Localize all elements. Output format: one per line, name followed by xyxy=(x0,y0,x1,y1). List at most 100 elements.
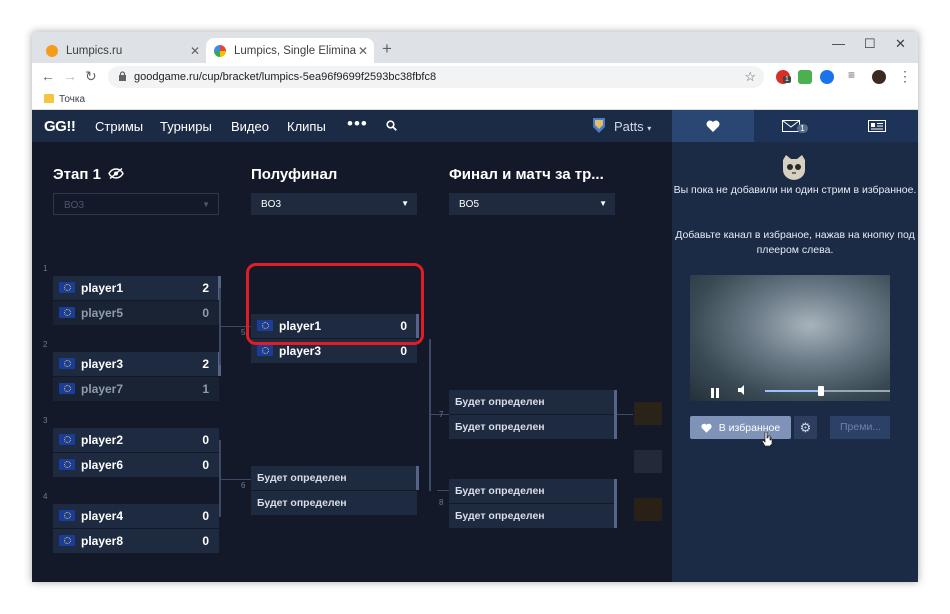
tab-news[interactable] xyxy=(836,110,918,142)
vpn-globe-icon[interactable] xyxy=(820,70,834,84)
bracket-connector xyxy=(437,490,449,491)
back-icon[interactable]: ← xyxy=(41,68,55,84)
favorites-hint-text: Добавьте канал в избраное, нажав на кноп… xyxy=(675,229,915,256)
new-tab-button[interactable]: + xyxy=(382,39,392,59)
match-slot[interactable]: player4 0 xyxy=(53,504,219,528)
round-3-title: Финал и матч за тр... xyxy=(449,166,604,183)
nav-streams[interactable]: Стримы xyxy=(95,119,143,134)
match-slot[interactable]: player8 0 xyxy=(53,529,219,553)
player-name: player7 xyxy=(81,382,124,396)
match-slot[interactable]: Будет определен xyxy=(449,504,615,528)
match-number: 6 xyxy=(241,481,246,490)
match-slot[interactable]: player3 2 xyxy=(53,352,219,376)
reload-icon[interactable]: ↻ xyxy=(85,68,97,85)
bracket-connector xyxy=(617,414,633,415)
third-place-slot xyxy=(634,498,662,521)
player-name: Будет определен xyxy=(455,396,545,408)
player-score: 0 xyxy=(400,344,407,358)
minimize-icon[interactable]: — xyxy=(832,36,845,51)
player-score: 0 xyxy=(202,509,209,523)
user-badge-icon[interactable] xyxy=(592,116,606,134)
bookmark-star-icon[interactable]: ☆ xyxy=(744,69,756,85)
player-name: Будет определен xyxy=(455,510,545,522)
eu-flag-icon xyxy=(257,345,273,356)
eu-flag-icon xyxy=(59,459,75,470)
more-menu[interactable]: ••• xyxy=(347,114,368,134)
player-name: player2 xyxy=(81,433,124,447)
round-1-format-select[interactable]: BO3 ▼ xyxy=(53,193,219,215)
maximize-icon[interactable]: ☐ xyxy=(864,36,876,52)
nav-clips[interactable]: Клипы xyxy=(287,119,326,134)
tab-favicon xyxy=(46,44,58,57)
seek-handle[interactable] xyxy=(818,386,825,396)
round-1-title: Этап 1 xyxy=(53,166,124,183)
tab-lumpics[interactable]: Lumpics.ru ✕ xyxy=(38,38,206,63)
match-slot[interactable]: Будет определен xyxy=(251,491,417,515)
eu-flag-icon xyxy=(59,307,75,318)
match-slot[interactable]: player5 0 xyxy=(53,301,219,325)
match-slot[interactable]: Будет определен xyxy=(449,415,615,439)
tab-messages[interactable]: 1 xyxy=(754,110,836,142)
heart-icon xyxy=(706,120,720,132)
seek-bar[interactable] xyxy=(765,386,890,396)
match-slot[interactable]: player1 2 xyxy=(53,276,219,300)
address-bar[interactable]: goodgame.ru/cup/bracket/lumpics-5ea96f96… xyxy=(108,66,764,88)
pause-icon[interactable] xyxy=(710,385,720,398)
forward-icon[interactable]: → xyxy=(63,68,77,84)
chevron-down-icon: ▼ xyxy=(599,199,607,208)
player-name: Будет определен xyxy=(455,421,545,433)
volume-icon[interactable] xyxy=(738,385,748,398)
favorites-panel: Вы пока не добавили ни один стрим в избр… xyxy=(672,142,918,582)
second-place-slot xyxy=(634,450,662,473)
nav-tournaments[interactable]: Турниры xyxy=(160,119,212,134)
player-score: 0 xyxy=(202,458,209,472)
match-slot[interactable]: player2 0 xyxy=(53,428,219,452)
premium-button[interactable]: Преми... xyxy=(830,416,890,439)
match-slot[interactable]: Будет определен xyxy=(449,479,615,503)
adblock-extension-icon[interactable]: 1 xyxy=(776,70,791,84)
eye-hidden-icon[interactable] xyxy=(108,167,124,180)
close-icon[interactable]: ✕ xyxy=(188,44,202,58)
match-number: 1 xyxy=(43,264,48,273)
player-score: 0 xyxy=(202,306,209,320)
winner-bar xyxy=(416,466,419,490)
tab-favorites[interactable] xyxy=(672,110,754,142)
round-3-format-select[interactable]: BO5 ▼ xyxy=(449,193,615,215)
highlight-frame xyxy=(246,263,424,345)
search-icon[interactable] xyxy=(386,118,397,131)
eu-flag-icon xyxy=(59,358,75,369)
close-icon[interactable]: ✕ xyxy=(356,44,370,58)
bookmark-item[interactable]: Точка xyxy=(59,94,85,105)
settings-button[interactable]: ⚙ xyxy=(794,416,817,439)
close-window-icon[interactable]: ✕ xyxy=(895,36,906,52)
tab-title: Lumpics.ru xyxy=(66,44,123,57)
menu-kebab-icon[interactable]: ⋮ xyxy=(898,68,912,85)
match-slot[interactable]: Будет определен xyxy=(251,466,417,490)
video-player[interactable] xyxy=(690,275,890,401)
sidebar-tabs: 1 xyxy=(672,110,918,142)
username: Patts xyxy=(614,119,644,134)
media-queue-icon[interactable]: ≡ xyxy=(848,68,855,82)
video-controls xyxy=(690,380,890,401)
match-slot[interactable]: player7 1 xyxy=(53,377,219,401)
match-slot[interactable]: player6 0 xyxy=(53,453,219,477)
player-score: 0 xyxy=(202,534,209,548)
site-logo[interactable]: GG!! xyxy=(44,118,76,135)
chevron-down-icon: ▼ xyxy=(202,200,210,209)
tab-strip: Lumpics.ru ✕ Lumpics, Single Elimination… xyxy=(32,32,918,63)
tab-bracket[interactable]: Lumpics, Single Elimination — re ✕ xyxy=(206,38,374,63)
player-score: 0 xyxy=(202,433,209,447)
player-name: Будет определен xyxy=(455,485,545,497)
round-2-format-select[interactable]: BO3 ▼ xyxy=(251,193,417,215)
nav-video[interactable]: Видео xyxy=(231,119,269,134)
avatar[interactable] xyxy=(872,70,886,84)
match-slot[interactable]: Будет определен xyxy=(449,390,615,414)
mouse-cursor-icon xyxy=(761,431,773,447)
username-dropdown[interactable]: Patts ▾ xyxy=(614,119,651,134)
add-favorite-button[interactable]: В избранное xyxy=(690,416,791,439)
player-name: player1 xyxy=(81,281,124,295)
player-score: 1 xyxy=(202,382,209,396)
music-extension-icon[interactable] xyxy=(798,70,812,84)
round-title-text: Этап 1 xyxy=(53,166,101,183)
eu-flag-icon xyxy=(59,434,75,445)
